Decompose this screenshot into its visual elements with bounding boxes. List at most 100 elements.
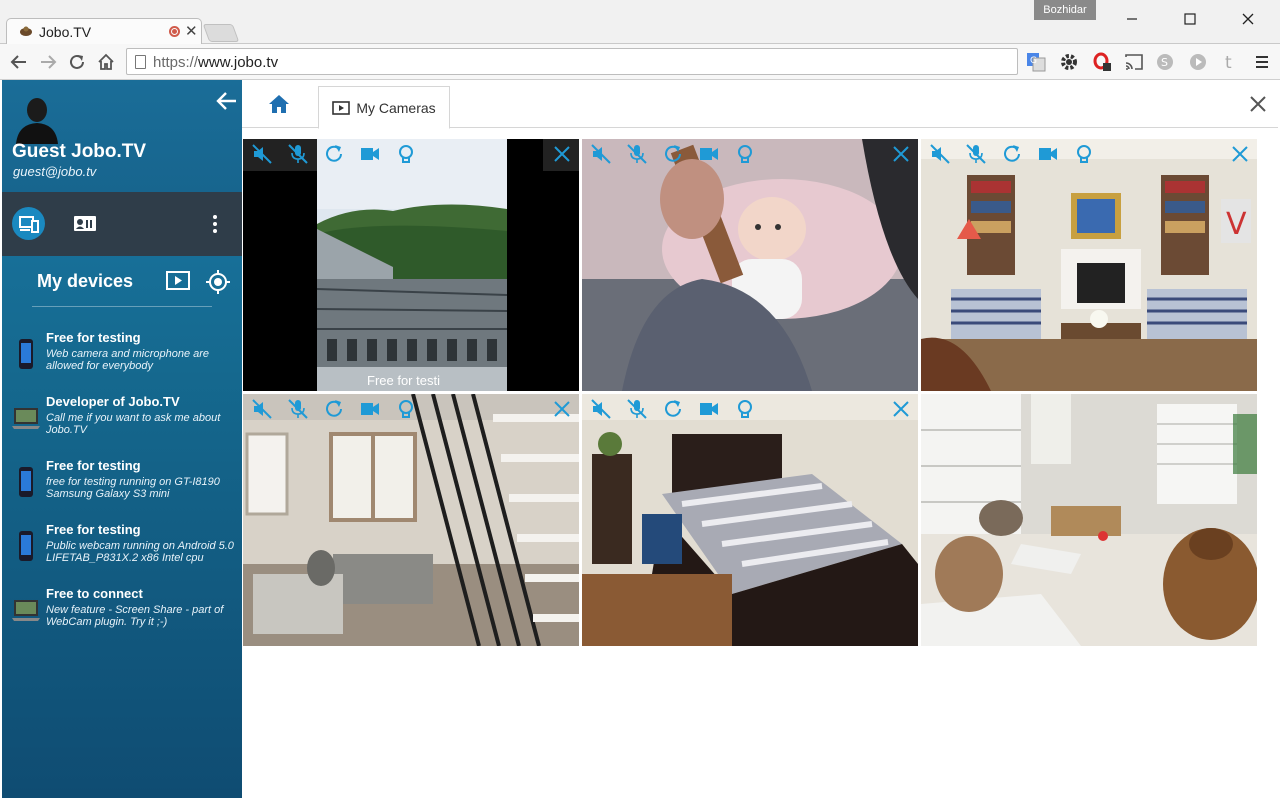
microphone-muted-icon[interactable] xyxy=(287,398,309,420)
jobo-favicon-icon xyxy=(20,26,32,36)
video-camera-icon[interactable] xyxy=(1037,143,1059,165)
skype-icon: S xyxy=(1157,54,1173,70)
microphone-muted-icon[interactable] xyxy=(626,143,648,165)
window-close-button[interactable] xyxy=(1228,6,1268,32)
close-icon xyxy=(1242,13,1254,25)
device-item[interactable]: Free for testing free for testing runnin… xyxy=(2,456,242,516)
device-title: Free for testing xyxy=(46,522,141,537)
device-item[interactable]: Free to connect New feature - Screen Sha… xyxy=(2,584,242,644)
video-camera-icon[interactable] xyxy=(359,143,381,165)
phone-icon xyxy=(19,467,33,497)
microphone-muted-icon[interactable] xyxy=(965,143,987,165)
video-camera-icon[interactable] xyxy=(359,398,381,420)
devices-tab-button[interactable] xyxy=(12,207,45,240)
opera-icon xyxy=(1093,52,1111,71)
lightbulb-icon[interactable] xyxy=(395,143,417,165)
camera-video-feed[interactable] xyxy=(243,394,579,646)
tab-close-icon[interactable]: ✕ xyxy=(185,22,198,40)
avatar[interactable] xyxy=(14,94,60,144)
video-play-icon xyxy=(332,100,351,115)
camera-tile[interactable] xyxy=(582,394,918,646)
device-item[interactable]: Free for testing Web camera and micropho… xyxy=(2,328,242,388)
new-tab-button[interactable] xyxy=(202,24,240,42)
camera-video-feed[interactable] xyxy=(582,394,918,646)
camera-video-feed[interactable] xyxy=(921,394,1257,646)
laptop-icon xyxy=(12,408,40,429)
microphone-muted-icon[interactable] xyxy=(287,143,309,165)
browser-tab[interactable]: Jobo.TV ✕ xyxy=(6,18,202,44)
speaker-muted-icon[interactable] xyxy=(251,143,273,165)
arrow-left-icon[interactable] xyxy=(216,90,238,112)
close-icon[interactable] xyxy=(1229,143,1251,165)
laptop-icon xyxy=(12,600,40,621)
reload-button[interactable] xyxy=(65,50,89,74)
microphone-muted-icon[interactable] xyxy=(626,398,648,420)
rotate-icon[interactable] xyxy=(323,143,345,165)
user-email: guest@jobo.tv xyxy=(13,164,97,179)
settings-extension-button[interactable] xyxy=(1057,50,1081,74)
camera-video-feed[interactable] xyxy=(582,139,918,391)
device-title: Free for testing xyxy=(46,330,141,345)
device-item[interactable]: Developer of Jobo.TV Call me if you want… xyxy=(2,392,242,452)
tab-my-cameras[interactable]: My Cameras xyxy=(318,86,450,129)
rotate-icon[interactable] xyxy=(323,398,345,420)
rotate-icon[interactable] xyxy=(662,398,684,420)
lightbulb-icon[interactable] xyxy=(395,398,417,420)
maximize-button[interactable] xyxy=(1170,6,1210,32)
camera-video-feed[interactable]: V xyxy=(921,139,1257,391)
home-button[interactable] xyxy=(94,50,118,74)
home-icon[interactable] xyxy=(268,94,290,114)
close-icon[interactable] xyxy=(890,143,912,165)
video-camera-icon[interactable] xyxy=(698,398,720,420)
main-panel: My Cameras Free for testi V xyxy=(242,80,1278,798)
camera-tile[interactable] xyxy=(243,394,579,646)
forward-button[interactable] xyxy=(36,50,60,74)
browser-titlebar: Jobo.TV ✕ Bozhidar xyxy=(0,0,1280,44)
camera-video-feed[interactable] xyxy=(243,139,579,391)
speaker-muted-icon[interactable] xyxy=(590,398,612,420)
camera-grid: Free for testi V xyxy=(243,139,1259,647)
lightbulb-icon[interactable] xyxy=(734,398,756,420)
vine-extension-button[interactable] xyxy=(1186,50,1210,74)
phone-icon xyxy=(19,339,33,369)
more-options-button[interactable] xyxy=(208,212,222,236)
arrow-left-icon xyxy=(10,55,26,69)
device-item[interactable]: Free for testing Public webcam running o… xyxy=(2,520,242,580)
camera-tile[interactable] xyxy=(582,139,918,391)
browser-menu-button[interactable] xyxy=(1250,50,1274,74)
opera-extension-button[interactable] xyxy=(1090,50,1114,74)
skype-extension-button[interactable]: S xyxy=(1153,50,1177,74)
page-icon xyxy=(135,55,146,69)
camera-name-overlay: Free for testi xyxy=(367,373,440,388)
video-play-icon[interactable] xyxy=(166,270,190,292)
close-icon[interactable] xyxy=(1248,94,1268,114)
back-button[interactable] xyxy=(7,50,31,74)
speaker-muted-icon[interactable] xyxy=(590,143,612,165)
profile-badge[interactable]: Bozhidar xyxy=(1034,0,1096,20)
rotate-icon[interactable] xyxy=(1001,143,1023,165)
minimize-button[interactable] xyxy=(1112,6,1152,32)
close-icon[interactable] xyxy=(551,398,573,420)
locate-icon[interactable] xyxy=(206,270,230,294)
speaker-muted-icon[interactable] xyxy=(251,398,273,420)
tumblr-extension-button[interactable]: t xyxy=(1218,50,1242,74)
camera-controls xyxy=(243,139,579,169)
video-camera-icon[interactable] xyxy=(698,143,720,165)
close-icon[interactable] xyxy=(551,143,573,165)
close-icon[interactable] xyxy=(890,398,912,420)
contacts-tab-button[interactable] xyxy=(72,211,98,235)
camera-tile[interactable]: Free for testi xyxy=(243,139,579,391)
device-description: Call me if you want to ask me about Jobo… xyxy=(46,412,221,436)
rotate-icon[interactable] xyxy=(662,143,684,165)
url-text[interactable]: https://www.jobo.tv xyxy=(153,54,278,71)
camera-tile[interactable]: V xyxy=(921,139,1257,391)
more-vertical-icon xyxy=(213,215,217,233)
speaker-muted-icon[interactable] xyxy=(929,143,951,165)
lightbulb-icon[interactable] xyxy=(1073,143,1095,165)
cast-button[interactable] xyxy=(1122,50,1146,74)
recording-indicator-icon xyxy=(169,26,180,37)
camera-tile[interactable] xyxy=(921,394,1257,646)
translate-extension-button[interactable]: G xyxy=(1024,50,1048,74)
address-bar[interactable]: https://www.jobo.tv xyxy=(126,48,1018,75)
lightbulb-icon[interactable] xyxy=(734,143,756,165)
